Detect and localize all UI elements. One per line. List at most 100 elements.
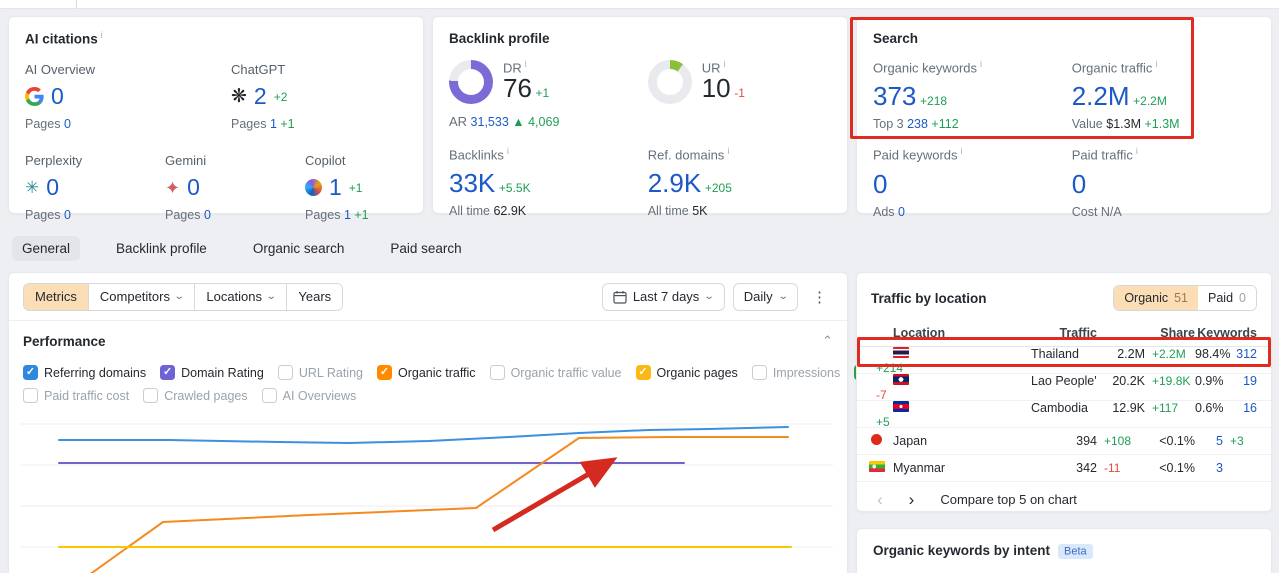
checkbox-ai-overviews[interactable]: AI Overviews	[261, 388, 356, 403]
metric-label: Copilot	[305, 153, 346, 169]
ar-delta: ▲ 4,069	[512, 115, 560, 129]
table-row-thailand[interactable]: Thailand 2.2M +2.2M 98.4% 312 +214	[857, 347, 1271, 375]
metric-label: Organic keywords	[873, 60, 978, 76]
table-row-japan[interactable]: Japan 394 +108 <0.1% 5 +3	[857, 428, 1271, 455]
metric-value[interactable]: 0	[873, 169, 887, 199]
metric-value[interactable]: 373	[873, 81, 916, 111]
share-value: 0.6%	[1195, 401, 1224, 415]
tab-general[interactable]: General	[12, 235, 81, 261]
keywords-value[interactable]: 19	[1223, 374, 1257, 388]
ai-overview-metric: AI Overview 0 Pages 0	[25, 62, 231, 131]
gemini-icon: ✦	[165, 177, 181, 198]
metric-value[interactable]: 2.9K	[648, 168, 702, 198]
years-button[interactable]: Years	[287, 283, 343, 310]
chart-toolbar: Metrics Competitors ⌄ Locations ⌄ Years La…	[9, 273, 847, 321]
collapse-chevron-icon[interactable]: ⌃	[822, 333, 833, 349]
myanmar-flag-icon	[869, 461, 885, 472]
info-icon	[507, 147, 509, 156]
sub-value[interactable]: 0	[898, 205, 905, 219]
more-options-icon[interactable]: ⋮	[806, 288, 833, 306]
metric-delta: +218	[920, 94, 948, 109]
ai-citations-title: AI citations	[25, 31, 98, 47]
chevron-down-icon: ⌄	[173, 291, 185, 302]
info-icon	[980, 60, 982, 69]
checkbox-organic-traffic[interactable]: Organic traffic	[376, 365, 476, 380]
keywords-value[interactable]: 16	[1223, 401, 1257, 415]
info-icon	[525, 60, 527, 69]
sub-value: N/A	[1100, 204, 1122, 219]
checkbox-organic-pages[interactable]: Organic pages	[635, 365, 738, 380]
traffic-value: 2.2M	[1117, 347, 1145, 361]
chatgpt-icon: ❋	[231, 86, 247, 108]
tab-organic-search[interactable]: Organic search	[243, 236, 355, 261]
chatgpt-metric: ChatGPT ❋ 2 +2 Pages 1 +1	[231, 62, 295, 131]
location-name: Japan	[893, 434, 928, 448]
col-traffic[interactable]: Traffic	[1031, 326, 1097, 340]
toggle-paid[interactable]: Paid 0	[1198, 286, 1256, 310]
traffic-delta: +2.2M	[1152, 347, 1186, 361]
organic-traffic-metric: Organic traffic 2.2M +2.2M Value $1.3M +…	[1072, 60, 1255, 131]
keywords-by-intent-card: Organic keywords by intent Beta	[856, 528, 1272, 573]
metric-value: 0	[46, 174, 60, 201]
prev-page-icon[interactable]: ‹	[877, 491, 883, 508]
pages-value: 0	[203, 208, 211, 223]
granularity-label: Daily	[743, 289, 773, 304]
table-row-cambodia[interactable]: Cambodia 12.9K +117 0.6% 16 +5	[857, 401, 1271, 429]
checkbox-icon	[23, 388, 38, 403]
metric-value[interactable]: 0	[1072, 169, 1086, 199]
table-row-laos[interactable]: Lao People's Democratic Reput 20.2K +19.…	[857, 374, 1271, 402]
info-icon	[724, 60, 726, 69]
info-icon	[1155, 60, 1157, 69]
ar-value[interactable]: 31,533	[471, 115, 509, 129]
sub-label: Value	[1071, 117, 1103, 132]
col-keywords[interactable]: Keywords	[1195, 326, 1257, 340]
keywords-value[interactable]: 312	[1223, 347, 1257, 361]
traffic-delta: +19.8K	[1152, 374, 1191, 388]
metric-value[interactable]: 2.2M	[1072, 81, 1130, 111]
keywords-value[interactable]: 3	[1195, 461, 1223, 475]
competitors-label: Competitors	[99, 289, 170, 304]
pages-label: Pages	[25, 117, 61, 132]
ur-delta: -1	[734, 86, 745, 101]
granularity-button[interactable]: Daily ⌄	[732, 282, 798, 311]
sub-value[interactable]: 238	[907, 117, 928, 131]
toggle-organic[interactable]: Organic 51	[1114, 286, 1199, 310]
compare-top5-link[interactable]: Compare top 5 on chart	[940, 492, 1077, 507]
metric-label: Organic traffic	[1071, 60, 1153, 76]
checkbox-referring-domains[interactable]: Referring domains	[23, 365, 146, 380]
organic-paid-toggle: Organic 51 Paid 0	[1113, 285, 1257, 311]
checkbox-impressions[interactable]: Impressions	[751, 365, 840, 380]
share-value: <0.1%	[1159, 461, 1195, 475]
table-row-myanmar[interactable]: Myanmar 342 -11 <0.1% 3	[857, 455, 1271, 482]
info-icon	[961, 147, 963, 156]
ar-label: AR	[449, 114, 468, 129]
metrics-button[interactable]: Metrics	[24, 283, 89, 310]
next-page-icon[interactable]: ›	[909, 491, 915, 508]
competitors-button[interactable]: Competitors ⌄	[88, 283, 196, 310]
alltime-value: 5K	[692, 204, 708, 219]
top-toolbar-remnant	[0, 0, 1279, 9]
pages-label: Pages	[165, 208, 201, 223]
tab-backlink-profile[interactable]: Backlink profile	[106, 236, 217, 261]
metric-label: ChatGPT	[231, 62, 286, 78]
share-value: <0.1%	[1159, 434, 1195, 448]
location-name: Thailand	[1031, 347, 1079, 361]
locations-button[interactable]: Locations ⌄	[195, 283, 288, 310]
tab-paid-search[interactable]: Paid search	[380, 236, 471, 261]
keywords-value[interactable]: 5	[1195, 434, 1223, 448]
checkbox-domain-rating[interactable]: Domain Rating	[160, 365, 264, 380]
checkbox-icon	[23, 365, 38, 380]
checkbox-url-rating[interactable]: URL Rating	[277, 365, 363, 380]
checkbox-organic-traffic-value[interactable]: Organic traffic value	[489, 365, 622, 380]
checkbox-crawled-pages[interactable]: Crawled pages	[143, 388, 248, 403]
google-icon	[25, 87, 44, 107]
metric-delta: +205	[704, 181, 732, 196]
col-share[interactable]: Share	[1145, 326, 1195, 340]
traffic-value: 342	[1076, 461, 1097, 475]
metric-value[interactable]: 33K	[449, 168, 495, 198]
date-range-button[interactable]: Last 7 days ⌄	[601, 282, 725, 311]
traffic-value: 394	[1076, 434, 1097, 448]
checkbox-paid-traffic-cost[interactable]: Paid traffic cost	[23, 388, 129, 403]
col-location[interactable]: Location	[893, 326, 1031, 340]
performance-title: Performance	[23, 333, 106, 349]
